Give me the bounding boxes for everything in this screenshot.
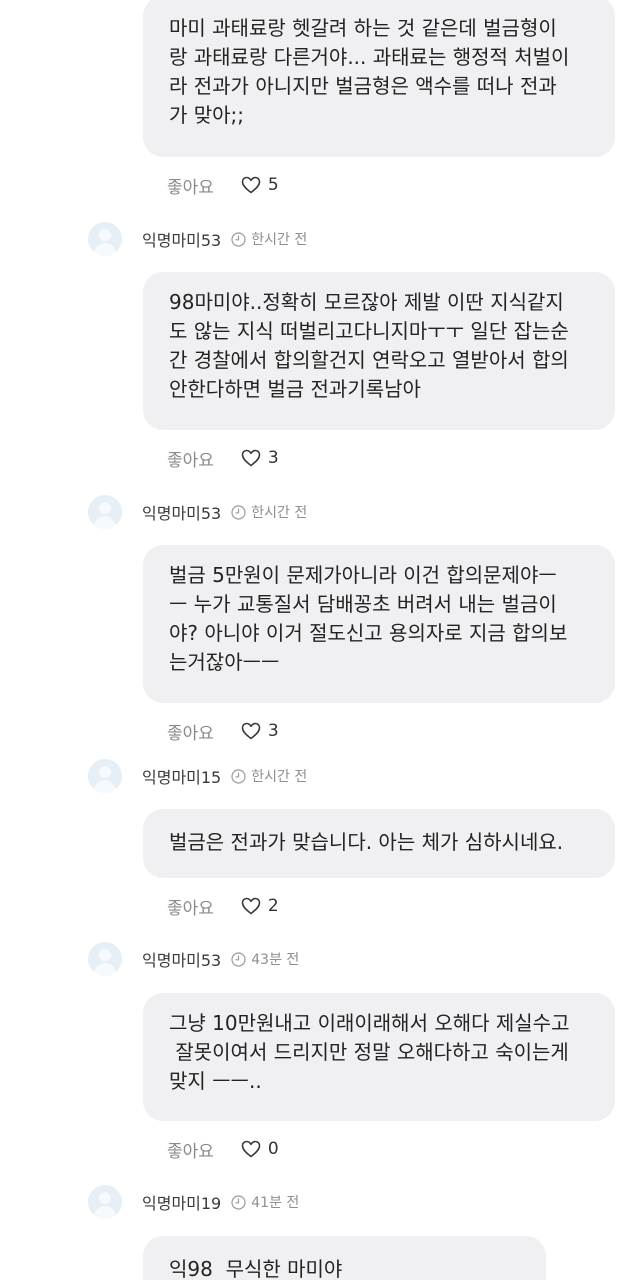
comment-time: 43분 전 [251, 952, 300, 968]
comment-text: 벌금은 전과가 맞습니다. 아는 체가 심하시네요. [169, 830, 564, 854]
username[interactable]: 익명마미15 [142, 764, 221, 788]
like-heart-button[interactable]: 2 [241, 896, 279, 916]
like-count: 0 [267, 1139, 279, 1159]
username[interactable]: 익명마미19 [142, 1190, 221, 1214]
comment-bubble: 벌금 5만원이 문제가아니라 이건 합의문제야ㅡ ㅡ 누가 교통질서 담배꽁초 … [143, 545, 615, 703]
comment-bubble: 마미 과태료랑 헷갈려 하는 것 같은데 벌금형이 랑 과태료랑 다른거야...… [143, 0, 615, 157]
like-heart-button[interactable]: 5 [241, 175, 279, 195]
default-user-avatar-icon[interactable] [88, 759, 122, 793]
comment-header: 익명마미15 한시간 전 [88, 758, 307, 794]
comment-time: 한시간 전 [251, 505, 308, 521]
comment-header: 익명마미53 한시간 전 [88, 494, 307, 530]
comment-text: 그냥 10만원내고 이래이래해서 오해다 제실수고 잘못이여서 드리지만 정말 … [169, 1011, 570, 1093]
default-user-avatar-icon[interactable] [88, 942, 122, 976]
like-count: 2 [267, 896, 279, 916]
like-count: 3 [267, 448, 279, 468]
comment-text: 벌금 5만원이 문제가아니라 이건 합의문제야ㅡ ㅡ 누가 교통질서 담배꽁초 … [169, 563, 568, 674]
default-user-avatar-icon[interactable] [88, 222, 122, 256]
like-count: 5 [267, 175, 279, 195]
clock-icon [231, 1194, 246, 1210]
like-heart-button[interactable]: 3 [241, 721, 279, 741]
like-button[interactable]: 좋아요 [167, 719, 214, 744]
clock-icon [231, 504, 246, 520]
comment-thread: 마미 과태료랑 헷갈려 하는 것 같은데 벌금형이 랑 과태료랑 다른거야...… [0, 0, 640, 1280]
heart-outline-icon [241, 1140, 261, 1158]
default-user-avatar-icon[interactable] [88, 495, 122, 529]
comment-bubble: 98마미야..정확히 모르잖아 제발 이딴 지식같지 도 않는 지식 떠벌리고다… [143, 272, 615, 430]
comment-header: 익명마미53 한시간 전 [88, 221, 307, 257]
comment-bubble: 벌금은 전과가 맞습니다. 아는 체가 심하시네요. [143, 809, 615, 878]
username[interactable]: 익명마미53 [142, 500, 221, 524]
like-button[interactable]: 좋아요 [167, 173, 214, 198]
comment-actions: 좋아요 0 [167, 1136, 279, 1162]
clock-icon [231, 951, 246, 967]
comment-header: 익명마미53 43분 전 [88, 941, 299, 977]
like-count: 3 [267, 721, 279, 741]
clock-icon [231, 231, 246, 247]
heart-outline-icon [241, 176, 261, 194]
comment-time: 한시간 전 [251, 232, 308, 248]
comment-text: 마미 과태료랑 헷갈려 하는 것 같은데 벌금형이 랑 과태료랑 다른거야...… [169, 16, 570, 127]
username[interactable]: 익명마미53 [142, 947, 221, 971]
like-button[interactable]: 좋아요 [167, 894, 214, 919]
like-button[interactable]: 좋아요 [167, 1137, 214, 1162]
like-heart-button[interactable]: 3 [241, 448, 279, 468]
comment-bubble: 그냥 10만원내고 이래이래해서 오해다 제실수고 잘못이여서 드리지만 정말 … [143, 993, 615, 1121]
default-user-avatar-icon[interactable] [88, 1185, 122, 1219]
comment-bubble: 익98 무식한 마미야 [143, 1236, 546, 1280]
username[interactable]: 익명마미53 [142, 227, 221, 251]
comment-actions: 좋아요 3 [167, 718, 279, 744]
comment-text: 98마미야..정확히 모르잖아 제발 이딴 지식같지 도 않는 지식 떠벌리고다… [169, 290, 569, 401]
comment-header: 익명마미19 41분 전 [88, 1184, 299, 1220]
comment-time: 41분 전 [251, 1195, 300, 1211]
like-button[interactable]: 좋아요 [167, 446, 214, 471]
like-heart-button[interactable]: 0 [241, 1139, 279, 1159]
heart-outline-icon [241, 722, 261, 740]
comment-text: 익98 무식한 마미야 [169, 1257, 343, 1280]
clock-icon [231, 768, 246, 784]
comment-actions: 좋아요 5 [167, 172, 279, 198]
heart-outline-icon [241, 449, 261, 467]
heart-outline-icon [241, 897, 261, 915]
comment-actions: 좋아요 3 [167, 445, 279, 471]
comment-time: 한시간 전 [251, 769, 308, 785]
comment-actions: 좋아요 2 [167, 893, 279, 919]
